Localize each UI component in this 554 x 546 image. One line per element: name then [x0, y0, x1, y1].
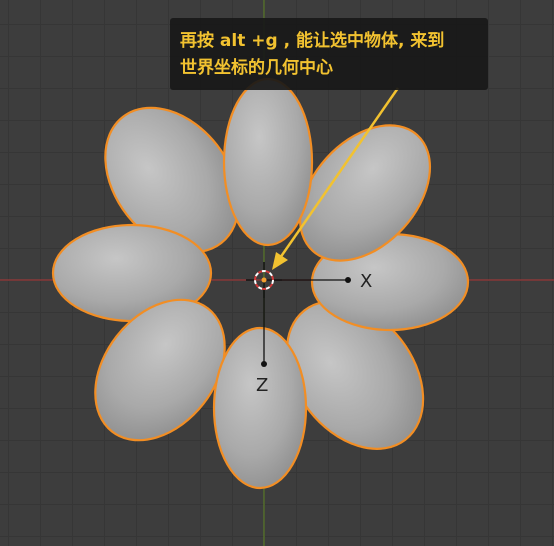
gizmo-x-label: X: [360, 271, 372, 292]
tooltip-annotation: 再按 alt +g , 能让选中物体, 来到 世界坐标的几何中心: [170, 18, 488, 90]
gizmo-z-label: Z: [256, 375, 268, 396]
gizmo-x-handle[interactable]: [345, 277, 351, 283]
gizmo-z-handle[interactable]: [261, 361, 267, 367]
petal-bottom[interactable]: [212, 326, 308, 490]
tooltip-line-1: 再按 alt +g , 能让选中物体, 来到: [180, 31, 445, 51]
tooltip-line-2: 世界坐标的几何中心: [180, 58, 333, 78]
3d-viewport[interactable]: X Z 再按 alt +g , 能让选中物体, 来到 世界坐标的几何中心: [0, 0, 554, 546]
flower-object[interactable]: [51, 77, 470, 490]
origin-point-icon: [261, 277, 267, 283]
petal-top[interactable]: [222, 77, 314, 247]
